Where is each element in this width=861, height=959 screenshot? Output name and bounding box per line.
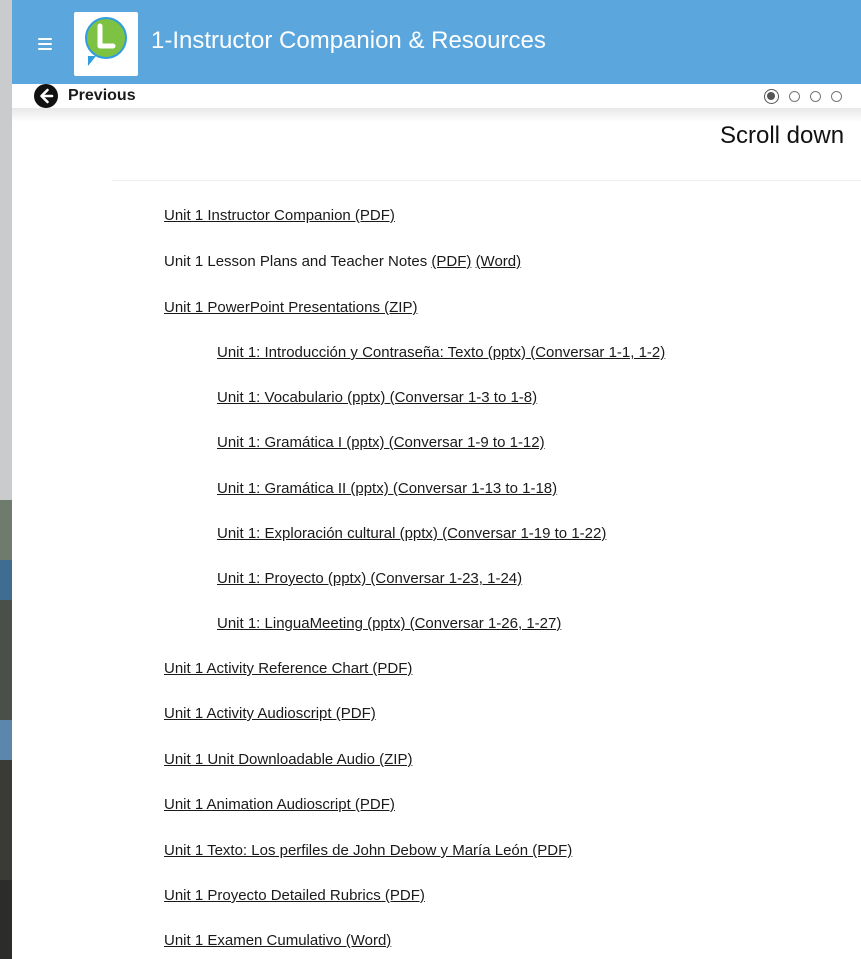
resource-item[interactable]: Unit 1 Animation Audioscript (PDF): [164, 796, 395, 813]
resource-item[interactable]: Unit 1 Unit Downloadable Audio (ZIP): [164, 751, 412, 768]
resource-item: Unit 1 Lesson Plans and Teacher Notes (P…: [164, 253, 521, 270]
resource-item[interactable]: Unit 1 Examen Cumulativo (Word): [164, 932, 391, 949]
arrow-left-circle-icon: [34, 84, 58, 108]
page-indicator: [764, 88, 852, 104]
resource-subitem[interactable]: Unit 1: Exploración cultural (pptx) (Con…: [217, 525, 606, 542]
app-header: 1-Instructor Companion & Resources: [12, 0, 861, 84]
resource-link[interactable]: Unit 1: Gramática II (pptx) (Conversar 1…: [217, 480, 557, 497]
background-page-strip: [0, 0, 12, 959]
resource-item[interactable]: Unit 1 Texto: Los perfiles de John Debow…: [164, 842, 572, 859]
resource-link[interactable]: Unit 1 Activity Audioscript (PDF): [164, 705, 376, 722]
resource-link[interactable]: Unit 1: Introducción y Contraseña: Texto…: [217, 344, 665, 361]
pdf-link[interactable]: (PDF): [431, 253, 471, 270]
resource-item[interactable]: Unit 1 Activity Audioscript (PDF): [164, 705, 376, 722]
resource-link[interactable]: Unit 1 Texto: Los perfiles de John Debow…: [164, 842, 572, 859]
resource-link[interactable]: Unit 1 Examen Cumulativo (Word): [164, 932, 391, 949]
resource-link[interactable]: Unit 1 PowerPoint Presentations (ZIP): [164, 299, 417, 316]
resource-item[interactable]: Unit 1 Proyecto Detailed Rubrics (PDF): [164, 887, 425, 904]
resource-link[interactable]: Unit 1: Gramática I (pptx) (Conversar 1-…: [217, 434, 545, 451]
resource-label: Unit 1 Lesson Plans and Teacher Notes: [164, 253, 432, 270]
resource-link[interactable]: Unit 1: Vocabulario (pptx) (Conversar 1-…: [217, 389, 537, 406]
resource-link[interactable]: Unit 1 Proyecto Detailed Rubrics (PDF): [164, 887, 425, 904]
word-link[interactable]: (Word): [476, 253, 522, 270]
resource-subitem[interactable]: Unit 1: Gramática I (pptx) (Conversar 1-…: [217, 434, 545, 451]
resource-subitem[interactable]: Unit 1: Introducción y Contraseña: Texto…: [217, 344, 665, 361]
page-title: 1-Instructor Companion & Resources: [151, 27, 546, 54]
nav-bar: Previous: [12, 84, 861, 108]
resource-subitem[interactable]: Unit 1: Gramática II (pptx) (Conversar 1…: [217, 480, 557, 497]
app-logo: [74, 12, 138, 76]
resource-subitem[interactable]: Unit 1: Proyecto (pptx) (Conversar 1-23,…: [217, 570, 522, 587]
content-divider: [112, 180, 861, 181]
page-dot-active[interactable]: [764, 88, 779, 104]
hamburger-menu-icon[interactable]: [38, 38, 52, 50]
scroll-hint-text: Scroll down: [720, 122, 845, 149]
resource-item[interactable]: Unit 1 PowerPoint Presentations (ZIP): [164, 299, 417, 316]
resource-link[interactable]: Unit 1: Exploración cultural (pptx) (Con…: [217, 525, 606, 542]
resource-link[interactable]: Unit 1: LinguaMeeting (pptx) (Conversar …: [217, 615, 561, 632]
resource-subitem[interactable]: Unit 1: Vocabulario (pptx) (Conversar 1-…: [217, 389, 537, 406]
resource-link[interactable]: Unit 1 Animation Audioscript (PDF): [164, 796, 395, 813]
resource-link[interactable]: Unit 1 Instructor Companion (PDF): [164, 207, 395, 224]
resource-subitem[interactable]: Unit 1: LinguaMeeting (pptx) (Conversar …: [217, 615, 561, 632]
resource-link[interactable]: Unit 1: Proyecto (pptx) (Conversar 1-23,…: [217, 570, 522, 587]
resource-link[interactable]: Unit 1 Activity Reference Chart (PDF): [164, 660, 412, 677]
page-dot[interactable]: [810, 90, 821, 102]
previous-label: Previous: [68, 87, 136, 104]
page-dot[interactable]: [789, 90, 800, 102]
resource-item[interactable]: Unit 1 Instructor Companion (PDF): [164, 207, 395, 224]
page-dot[interactable]: [831, 90, 842, 102]
nav-shadow: [12, 108, 861, 122]
previous-button[interactable]: Previous: [34, 84, 136, 108]
resource-item[interactable]: Unit 1 Activity Reference Chart (PDF): [164, 660, 412, 677]
speech-bubble-logo-icon: [85, 17, 127, 66]
resource-link[interactable]: Unit 1 Unit Downloadable Audio (ZIP): [164, 751, 412, 768]
